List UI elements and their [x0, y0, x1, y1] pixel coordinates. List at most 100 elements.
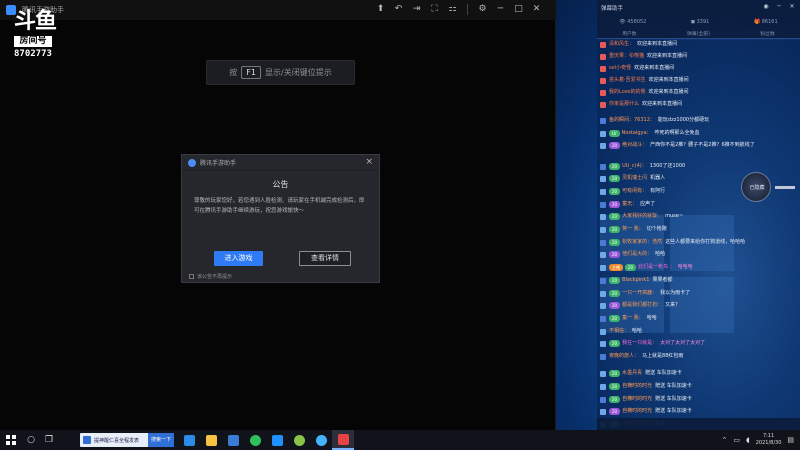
danmaku-username[interactable]: UU_c(4)：	[622, 162, 647, 171]
danmaku-username[interactable]: 苗头着·吾爱书生	[609, 76, 646, 85]
tab-fans[interactable]: 粉丝数	[760, 30, 774, 37]
danmaku-username[interactable]: 你家是那什么	[609, 100, 639, 109]
danmaku-username[interactable]: Nostalgya：	[622, 129, 652, 138]
taskbar-app[interactable]	[200, 430, 222, 450]
danmaku-username[interactable]: 我在一只就是：	[622, 339, 657, 348]
volume-icon[interactable]: ◖	[746, 436, 750, 444]
app-logo-icon	[188, 158, 196, 167]
clock[interactable]: 7:11 2021/8/30	[756, 433, 782, 447]
taskbar-search-button[interactable]: 搜索一下	[148, 433, 174, 447]
dont-show-again-checkbox[interactable]	[189, 274, 194, 279]
keymap-icon[interactable]: ⚏	[447, 3, 458, 16]
danmaku-row: 不相信： 哈哈	[600, 327, 642, 336]
taskbar-app[interactable]	[178, 430, 200, 450]
danmaku-message: 赠送 车队加速卡	[655, 408, 692, 414]
tab-users[interactable]: 用户数	[622, 30, 636, 37]
danmaku-username[interactable]: sel小奇怪	[609, 64, 631, 73]
user-avatar-icon	[600, 201, 606, 208]
dialog-close-icon[interactable]: ×	[365, 158, 373, 167]
tab-all-danmaku[interactable]: 弹幕(全部)	[687, 30, 710, 37]
search-icon[interactable]: ○	[22, 430, 40, 450]
fan-badge: 主播	[609, 264, 623, 271]
danmaku-username[interactable]: 鱼的瞬间：76312：	[609, 116, 655, 125]
danmaku-message: 这些人都要来给你打狗道线，哈哈哈	[665, 239, 746, 245]
danmaku-username[interactable]: 都是我们都打扮：	[622, 301, 662, 310]
enter-game-button[interactable]: 进入游戏	[214, 251, 263, 266]
danmaku-username[interactable]: 不相信：	[609, 327, 629, 336]
pin-icon[interactable]: ◉	[762, 3, 770, 10]
user-avatar-icon	[600, 328, 606, 335]
user-avatar-icon	[600, 89, 606, 96]
danmaku-username[interactable]: 清和风生：	[609, 40, 634, 49]
taskbar-app[interactable]	[222, 430, 244, 450]
danmaku-username[interactable]: 绝对战斗：	[622, 141, 647, 150]
danmaku-row: 重庆果：ゆ熊猫 欢迎来到本直播间	[600, 52, 687, 61]
minimize-icon[interactable]: ─	[495, 3, 506, 16]
danmaku-username[interactable]: 此们是一枪鸟 ：	[638, 263, 675, 272]
danmaku-username[interactable]: 灵机瑞士闪	[622, 174, 647, 183]
danmaku-username[interactable]: 童无：	[622, 200, 637, 209]
danmaku-username[interactable]: 夜晚的旅人：	[609, 352, 639, 361]
danmaku-username[interactable]: 自横时的时光	[622, 382, 652, 391]
danmaku-username[interactable]: 水墨丹青	[622, 369, 642, 378]
level-badge: 20	[609, 277, 621, 284]
taskbar-app[interactable]	[310, 430, 332, 450]
danmaku-username[interactable]: 童一 我：	[622, 314, 644, 323]
level-badge: 20	[609, 408, 621, 415]
network-icon[interactable]: ▭	[733, 436, 740, 444]
danmaku-message: 欢迎来到本直播间	[642, 101, 683, 107]
dont-show-again-label: 该公告不再提示	[197, 274, 233, 280]
douyu-watermark: 斗鱼 房间号 8702773	[14, 10, 60, 59]
danmaku-username[interactable]: 自横时的时光	[622, 395, 652, 404]
user-avatar-icon	[600, 77, 606, 84]
danmaku-message: 哈哈	[632, 328, 643, 334]
danmaku-minimize-icon[interactable]: ─	[775, 3, 783, 10]
danmaku-list[interactable]: 清和风生： 欢迎来到本直播间 重庆果：ゆ熊猫 欢迎来到本直播间 sel小奇怪 欢迎来到本直…	[597, 40, 800, 428]
close-icon[interactable]: ✕	[531, 3, 542, 16]
floating-ball[interactable]: 已隐藏	[741, 172, 771, 202]
level-badge: 20	[609, 226, 621, 233]
notification-icon[interactable]: ▤	[787, 436, 794, 444]
danmaku-username[interactable]: 一只一开高鹿：	[622, 289, 657, 298]
danmaku-close-icon[interactable]: ✕	[788, 3, 796, 10]
danmaku-row: 20 自横时的时光 赠送 车队加速卡	[600, 407, 692, 416]
danmaku-username[interactable]: 可有闲有：	[622, 187, 647, 196]
user-avatar-icon	[600, 142, 606, 149]
folder-icon	[205, 434, 217, 446]
danmaku-username[interactable]: 松牧家家的：浩然	[622, 238, 662, 247]
user-avatar-icon	[600, 188, 606, 195]
taskbar-app[interactable]	[288, 430, 310, 450]
taskbar-app[interactable]	[244, 430, 266, 450]
tab-icon[interactable]: ⇥	[411, 3, 422, 16]
taskbar-app[interactable]	[266, 430, 288, 450]
danmaku-message: 欢迎来到本直播间	[634, 65, 675, 71]
upload-icon[interactable]: ⬆	[375, 3, 386, 16]
dialog-body: 尊敬的玩家您好，若您遇到人脸检测、请玩家在手机端完成检测后，即可在腾讯手游助手继…	[194, 198, 365, 214]
danmaku-username[interactable]: Blackpink1	[622, 276, 649, 285]
danmaku-message: muse~	[665, 213, 684, 219]
view-details-button[interactable]: 查看详情	[299, 251, 351, 266]
danmaku-titlebar: 弹幕助手 ◉ ─ ✕	[597, 0, 800, 16]
danmaku-username[interactable]: 蒋一 我：	[622, 225, 644, 234]
task-view-icon[interactable]: ❐	[40, 430, 58, 450]
settings-icon[interactable]: ⚙	[477, 3, 488, 16]
viewer-count: 👁 458052	[619, 19, 647, 25]
danmaku-username[interactable]: 他们是大的：	[622, 250, 652, 259]
danmaku-row: 20 UU_c(4)： 1300了还1000	[600, 162, 685, 171]
taskbar-search-box[interactable]: 提神醒仁喜全程发表 搜索一下	[80, 433, 174, 447]
user-avatar-icon	[600, 302, 606, 309]
dont-show-again-option[interactable]: 该公告不再提示	[189, 273, 232, 280]
f1-key-hint[interactable]: 按 F1 显示/关闭键位提示	[206, 60, 355, 85]
tray-expand-icon[interactable]: ⌃	[722, 436, 728, 444]
danmaku-username[interactable]: 重庆果：ゆ熊猫	[609, 52, 644, 61]
undo-icon[interactable]: ↶	[393, 3, 404, 16]
red-app-icon	[337, 433, 349, 445]
start-button[interactable]	[0, 430, 22, 450]
maximize-icon[interactable]: □	[513, 3, 524, 16]
fullscreen-icon[interactable]: ⛶	[429, 3, 440, 16]
danmaku-username[interactable]: 大家我好的就饭：	[622, 212, 662, 221]
announcement-dialog: 腾讯手游助手 × 公告 尊敬的玩家您好，若您遇到人脸检测、请玩家在手机端完成检测…	[181, 154, 380, 283]
taskbar-app[interactable]	[332, 430, 354, 450]
danmaku-username[interactable]: 我的Lose的的我	[609, 88, 645, 97]
danmaku-username[interactable]: 自横时的时光	[622, 407, 652, 416]
